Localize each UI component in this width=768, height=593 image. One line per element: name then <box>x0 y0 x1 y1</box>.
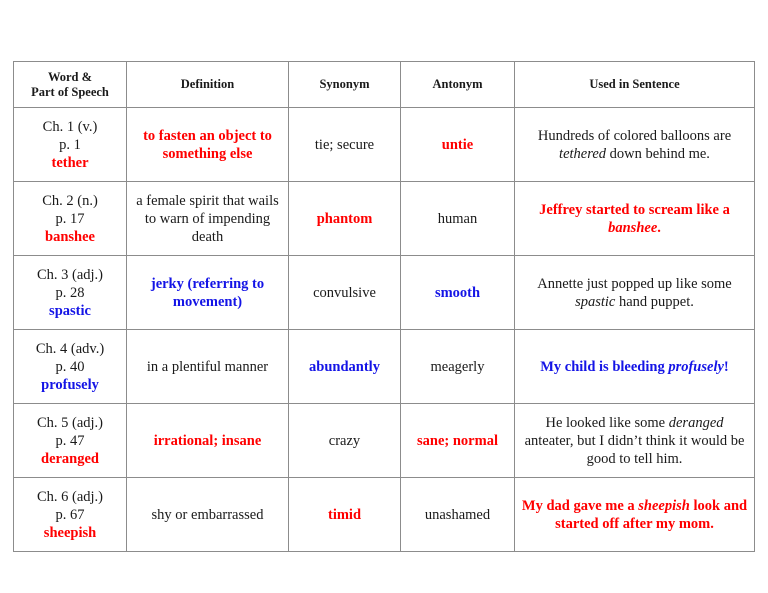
sentence-cell: My dad gave me a sheepish look and start… <box>514 477 755 552</box>
antonym-cell: human <box>400 181 515 256</box>
vocab-word: deranged <box>41 450 99 467</box>
sentence-text: hand puppet. <box>615 293 694 310</box>
sentence-text: Jeffrey started to scream like a <box>539 201 730 218</box>
definition-cell: jerky (referring to movement) <box>126 255 289 330</box>
sentence-cell: My child is bleeding profusely! <box>514 329 755 404</box>
sentence-vocab-word: banshee <box>608 219 658 236</box>
table-row: Ch. 4 (adv.) p. 40 profusely in a plentiful… <box>13 329 755 404</box>
antonym-cell: untie <box>400 107 515 182</box>
vocabulary-table: Word & Part of Speech Definition Synonym… <box>13 61 755 552</box>
header-line: Part of Speech <box>31 84 109 99</box>
sentence-cell: He looked like some deranged anteater, b… <box>514 403 755 478</box>
page-label: p. 67 <box>55 506 85 523</box>
definition-cell: irrational; insane <box>126 403 289 478</box>
page-label: p. 28 <box>55 284 85 301</box>
definition-cell: shy or embarrassed <box>126 477 289 552</box>
antonym-cell: smooth <box>400 255 515 330</box>
vocab-word: banshee <box>45 228 95 245</box>
vocab-word: spastic <box>49 302 91 319</box>
header-line: Word & <box>47 69 93 84</box>
table-row: Ch. 3 (adj.) p. 28 spastic jerky (referring… <box>13 255 755 330</box>
sentence-text: ! <box>723 358 729 375</box>
page-label: p. 1 <box>59 136 81 153</box>
header-definition: Definition <box>126 61 289 108</box>
vocab-word: sheepish <box>43 524 97 541</box>
header-row: Word & Part of Speech Definition Synonym… <box>13 61 755 108</box>
word-cell: Ch. 6 (adj.) p. 67 sheepish <box>13 477 127 552</box>
synonym-cell: abundantly <box>288 329 401 404</box>
page-label: p. 47 <box>55 432 85 449</box>
header-used-in-sentence: Used in Sentence <box>514 61 755 108</box>
word-cell: Ch. 1 (v.) p. 1 tether <box>13 107 127 182</box>
page-label: p. 17 <box>55 210 85 227</box>
sentence-text: My dad gave me a <box>521 497 639 514</box>
chapter-label: Ch. 3 (adj.) <box>36 266 104 283</box>
sentence-cell: Hundreds of colored balloons are tethere… <box>514 107 755 182</box>
definition-cell: to fasten an object to something else <box>126 107 289 182</box>
chapter-label: Ch. 6 (adj.) <box>36 488 104 505</box>
antonym-cell: unashamed <box>400 477 515 552</box>
sentence-vocab-word: sheepish <box>638 497 690 514</box>
definition-cell: a female spirit that wails to warn of im… <box>126 181 289 256</box>
sentence-text: . <box>657 219 661 236</box>
sentence-text: My child is bleeding <box>540 358 669 375</box>
chapter-label: Ch. 2 (n.) <box>42 192 98 209</box>
sentence-text: Annette just popped up like some <box>537 275 732 292</box>
antonym-cell: meagerly <box>400 329 515 404</box>
antonym-cell: sane; normal <box>400 403 515 478</box>
sentence-text: He looked like some <box>545 414 669 431</box>
sentence-vocab-word: tethered <box>559 145 607 162</box>
table-row: Ch. 6 (adj.) p. 67 sheepish shy or embarras… <box>13 477 755 552</box>
word-cell: Ch. 4 (adv.) p. 40 profusely <box>13 329 127 404</box>
table-row: Ch. 1 (v.) p. 1 tether to fasten an object … <box>13 107 755 182</box>
table-row: Ch. 2 (n.) p. 17 banshee a female spirit th… <box>13 181 755 256</box>
sentence-text: anteater, but I didn’t think it would be… <box>524 432 745 467</box>
synonym-cell: tie; secure <box>288 107 401 182</box>
header-antonym: Antonym <box>400 61 515 108</box>
sentence-text: Hundreds of colored balloons are <box>537 127 732 144</box>
synonym-cell: phantom <box>288 181 401 256</box>
word-cell: Ch. 5 (adj.) p. 47 deranged <box>13 403 127 478</box>
header-synonym: Synonym <box>288 61 401 108</box>
table-row: Ch. 5 (adj.) p. 47 deranged irrational; ins… <box>13 403 755 478</box>
sentence-text: down behind me. <box>606 145 710 162</box>
synonym-cell: timid <box>288 477 401 552</box>
page-label: p. 40 <box>55 358 85 375</box>
chapter-label: Ch. 4 (adv.) <box>35 340 105 357</box>
word-cell: Ch. 3 (adj.) p. 28 spastic <box>13 255 127 330</box>
header-word-part-of-speech: Word & Part of Speech <box>13 61 127 108</box>
synonym-cell: convulsive <box>288 255 401 330</box>
vocab-word: tether <box>51 154 89 171</box>
word-cell: Ch. 2 (n.) p. 17 banshee <box>13 181 127 256</box>
synonym-cell: crazy <box>288 403 401 478</box>
sentence-cell: Annette just popped up like some spastic… <box>514 255 755 330</box>
sentence-vocab-word: deranged <box>668 414 724 431</box>
sentence-cell: Jeffrey started to scream like a banshee… <box>514 181 755 256</box>
definition-cell: in a plentiful manner <box>126 329 289 404</box>
chapter-label: Ch. 1 (v.) <box>42 118 98 135</box>
sentence-vocab-word: spastic <box>575 293 616 310</box>
chapter-label: Ch. 5 (adj.) <box>36 414 104 431</box>
vocab-word: profusely <box>41 376 99 393</box>
sentence-vocab-word: profusely <box>668 358 724 375</box>
